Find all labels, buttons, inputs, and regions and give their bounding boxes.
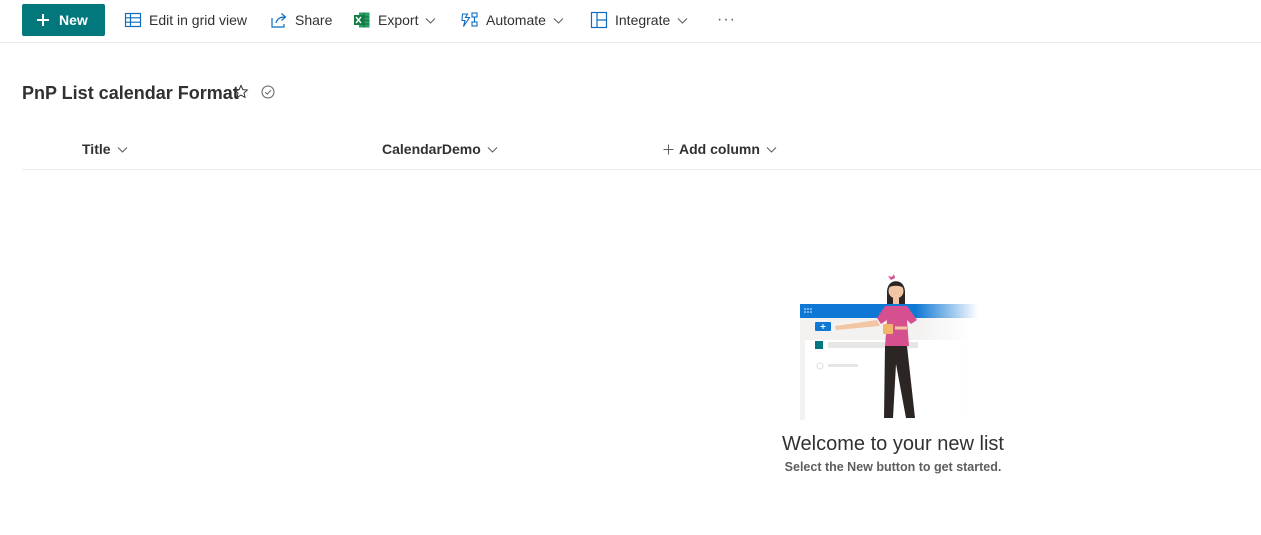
- empty-state-subtitle: Select the New button to get started.: [784, 460, 1002, 474]
- integrate-button[interactable]: Integrate: [590, 8, 688, 32]
- chevron-down-icon: [117, 146, 127, 153]
- chevron-down-icon: [487, 146, 498, 153]
- new-button[interactable]: New: [22, 4, 105, 36]
- edit-in-grid-view-label: Edit in grid view: [149, 12, 248, 28]
- empty-list-illustration: [800, 274, 978, 420]
- more-options-button[interactable]: ···: [717, 8, 736, 32]
- export-button[interactable]: Export: [353, 8, 436, 32]
- column-calendardemo-label: CalendarDemo: [382, 141, 481, 157]
- list-status-check-icon[interactable]: [260, 84, 276, 100]
- more-icon: ···: [717, 11, 736, 28]
- column-title-label: Title: [82, 141, 111, 157]
- grid-icon: [124, 12, 142, 28]
- add-column-label: Add column: [679, 141, 760, 157]
- column-header-calendardemo[interactable]: CalendarDemo: [382, 139, 498, 159]
- excel-icon: [354, 12, 370, 28]
- share-label: Share: [295, 12, 333, 28]
- share-icon: [271, 13, 287, 28]
- column-header-title[interactable]: Title: [82, 139, 128, 159]
- export-label: Export: [378, 12, 419, 28]
- empty-state-title: Welcome to your new list: [782, 433, 1004, 455]
- plus-icon: [37, 14, 49, 26]
- automate-label: Automate: [486, 12, 546, 28]
- column-header-row: Title CalendarDemo Add column: [22, 127, 1261, 170]
- integrate-icon: [590, 11, 608, 29]
- new-button-label: New: [59, 12, 88, 28]
- plus-icon: [663, 144, 674, 154]
- share-button[interactable]: Share: [270, 8, 332, 32]
- add-column-button[interactable]: Add column: [663, 139, 777, 159]
- chevron-down-icon: [766, 146, 777, 153]
- command-bar: New Edit in grid view Share Export Autom…: [0, 0, 1261, 43]
- chevron-down-icon: [677, 17, 688, 24]
- sharepoint-list-page: New Edit in grid view Share Export Autom…: [0, 0, 1261, 535]
- automate-button[interactable]: Automate: [461, 8, 564, 32]
- edit-in-grid-view-button[interactable]: Edit in grid view: [124, 8, 247, 32]
- automate-flow-icon: [461, 12, 478, 27]
- chevron-down-icon: [426, 17, 436, 24]
- integrate-label: Integrate: [615, 12, 671, 28]
- list-title: PnP List calendar Format: [22, 82, 239, 103]
- favorite-star-icon[interactable]: [233, 84, 249, 100]
- chevron-down-icon: [553, 17, 564, 24]
